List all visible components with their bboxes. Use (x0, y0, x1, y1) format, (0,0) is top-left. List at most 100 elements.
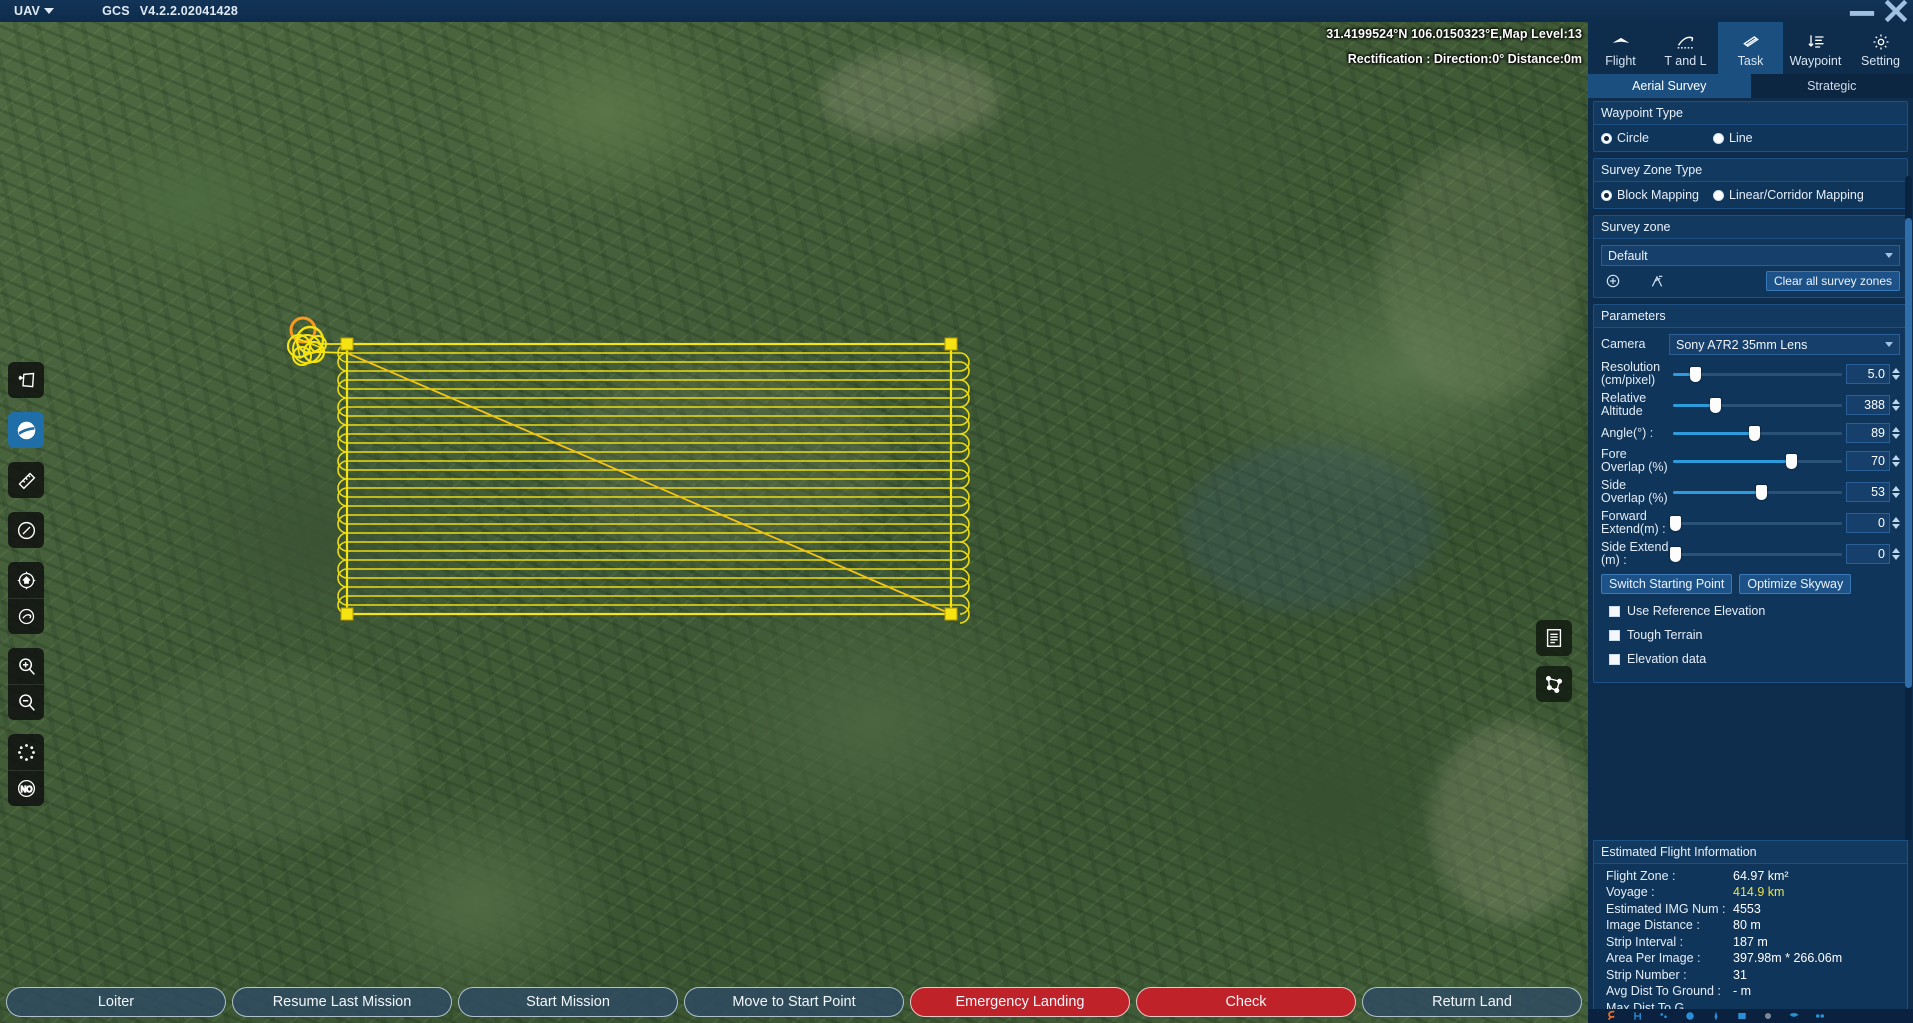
checkbox-tough-terrain[interactable]: Tough Terrain (1609, 628, 1900, 642)
panel-scrollbar-thumb[interactable] (1905, 218, 1912, 688)
angle-value[interactable]: 89 (1846, 423, 1890, 443)
resolution-value[interactable]: 5.0 (1846, 364, 1890, 384)
check-button[interactable]: Check (1136, 987, 1356, 1017)
fore-overlap-stepper[interactable] (1892, 455, 1900, 467)
relative-altitude-slider[interactable] (1673, 396, 1842, 414)
map-layers-icon-button[interactable] (8, 412, 44, 448)
taskbar-app-icon[interactable] (1658, 1010, 1670, 1022)
tab-waypoint[interactable]: Waypoint (1783, 22, 1848, 74)
relative-altitude-value[interactable]: 388 (1846, 395, 1890, 415)
return-home-icon-button[interactable] (8, 598, 44, 634)
radio-waypoint-circle[interactable]: Circle (1601, 131, 1713, 145)
side-extend-value[interactable]: 0 (1846, 544, 1890, 564)
forward-extend-slider[interactable] (1673, 514, 1842, 532)
fore-overlap-slider[interactable] (1673, 452, 1842, 470)
checkbox-elevation-data[interactable]: Elevation data (1609, 652, 1900, 666)
tab-setting[interactable]: Setting (1848, 22, 1913, 74)
taskbar-app-icon[interactable] (1606, 1010, 1618, 1022)
survey-zone-tools: Clear all survey zones (1601, 271, 1900, 291)
loiter-button[interactable]: Loiter (6, 987, 226, 1017)
taskbar-app-icon[interactable] (1814, 1010, 1826, 1022)
taskbar-app-icon[interactable] (1788, 1010, 1800, 1022)
forward-extend-stepper[interactable] (1892, 517, 1900, 529)
spin-up-icon[interactable] (1892, 399, 1900, 404)
resolution-stepper[interactable] (1892, 368, 1900, 380)
survey-area-icon-button[interactable] (8, 362, 44, 398)
checkbox-use-reference-elevation[interactable]: Use Reference Elevation (1609, 604, 1900, 618)
spin-down-icon[interactable] (1892, 375, 1900, 380)
radio-block-mapping[interactable]: Block Mapping (1601, 188, 1713, 202)
spin-down-icon[interactable] (1892, 493, 1900, 498)
side-overlap-slider-knob[interactable] (1756, 485, 1767, 500)
slider-row-side-extend: Side Extend (m) : 0 (1601, 541, 1900, 567)
spin-down-icon[interactable] (1892, 406, 1900, 411)
side-overlap-slider[interactable] (1673, 483, 1842, 501)
taskbar-app-icon[interactable] (1684, 1010, 1696, 1022)
clear-all-survey-zones-button[interactable]: Clear all survey zones (1766, 271, 1900, 291)
minimize-button[interactable] (1845, 0, 1879, 22)
emergency-landing-button[interactable]: Emergency Landing (910, 987, 1130, 1017)
return-land-button[interactable]: Return Land (1362, 987, 1582, 1017)
side-overlap-stepper[interactable] (1892, 486, 1900, 498)
close-button[interactable] (1879, 0, 1913, 22)
relative-altitude-stepper[interactable] (1892, 399, 1900, 411)
survey-zone-select[interactable]: Default (1601, 245, 1900, 266)
no-fly-icon-button[interactable]: NO (8, 770, 44, 806)
angle-slider[interactable] (1673, 424, 1842, 442)
draw-zone-icon-button[interactable] (1649, 273, 1665, 289)
map-canvas[interactable]: 31.4199524°N 106.0150323°E,Map Level:13 … (0, 22, 1588, 1023)
ruler-icon-button[interactable] (8, 462, 44, 498)
spin-down-icon[interactable] (1892, 434, 1900, 439)
tab-t-and-l[interactable]: T and L (1653, 22, 1718, 74)
terrain-patch (1180, 442, 1440, 612)
forward-extend-value[interactable]: 0 (1846, 513, 1890, 533)
radio-waypoint-line[interactable]: Line (1713, 131, 1753, 145)
angle-stepper[interactable] (1892, 427, 1900, 439)
spin-up-icon[interactable] (1892, 427, 1900, 432)
side-extend-slider-knob[interactable] (1670, 547, 1681, 562)
polygon-edit-icon-button[interactable] (1536, 666, 1572, 702)
zoom-out-icon-button[interactable] (8, 684, 44, 720)
zoom-in-icon-button[interactable] (8, 648, 44, 684)
spin-down-icon[interactable] (1892, 524, 1900, 529)
start-mission-button[interactable]: Start Mission (458, 987, 678, 1017)
side-extend-stepper[interactable] (1892, 548, 1900, 560)
tab-task[interactable]: Task (1718, 22, 1783, 74)
relative-altitude-slider-knob[interactable] (1710, 398, 1721, 413)
move-to-start-point-button[interactable]: Move to Start Point (684, 987, 904, 1017)
uav-menu[interactable]: UAV (14, 4, 54, 18)
taskbar-app-icon[interactable] (1710, 1010, 1722, 1022)
sub-tab-strategic[interactable]: Strategic (1751, 74, 1913, 98)
camera-select[interactable]: Sony A7R2 35mm Lens (1669, 334, 1900, 355)
spin-up-icon[interactable] (1892, 517, 1900, 522)
spin-down-icon[interactable] (1892, 462, 1900, 467)
forward-extend-slider-knob[interactable] (1670, 516, 1681, 531)
sub-tab-aerial-survey[interactable]: Aerial Survey (1588, 74, 1751, 98)
fore-overlap-slider-knob[interactable] (1786, 454, 1797, 469)
survey-zone-type-radio-group: Block Mapping Linear/Corridor Mapping (1601, 188, 1900, 202)
taskbar-app-icon[interactable] (1762, 1010, 1774, 1022)
taskbar-app-icon[interactable] (1736, 1010, 1748, 1022)
spin-up-icon[interactable] (1892, 368, 1900, 373)
resume-last-mission-button[interactable]: Resume Last Mission (232, 987, 452, 1017)
tab-flight[interactable]: Flight (1588, 22, 1653, 74)
fore-overlap-value[interactable]: 70 (1846, 451, 1890, 471)
add-zone-icon-button[interactable] (1605, 273, 1621, 289)
spin-down-icon[interactable] (1892, 555, 1900, 560)
taskbar-app-icon[interactable] (1632, 1010, 1644, 1022)
resolution-slider[interactable] (1673, 365, 1842, 383)
mission-list-icon-button[interactable] (1536, 620, 1572, 656)
side-overlap-value[interactable]: 53 (1846, 482, 1890, 502)
spin-up-icon[interactable] (1892, 486, 1900, 491)
spin-up-icon[interactable] (1892, 455, 1900, 460)
loading-circle-icon-button[interactable] (8, 734, 44, 770)
spin-up-icon[interactable] (1892, 548, 1900, 553)
home-point-icon-button[interactable] (8, 562, 44, 598)
optimize-skyway-button[interactable]: Optimize Skyway (1739, 574, 1851, 594)
radio-linear-corridor-mapping[interactable]: Linear/Corridor Mapping (1713, 188, 1864, 202)
switch-starting-point-button[interactable]: Switch Starting Point (1601, 574, 1732, 594)
side-extend-slider[interactable] (1673, 545, 1842, 563)
resolution-slider-knob[interactable] (1690, 367, 1701, 382)
compass-icon-button[interactable] (8, 512, 44, 548)
angle-slider-knob[interactable] (1749, 426, 1760, 441)
